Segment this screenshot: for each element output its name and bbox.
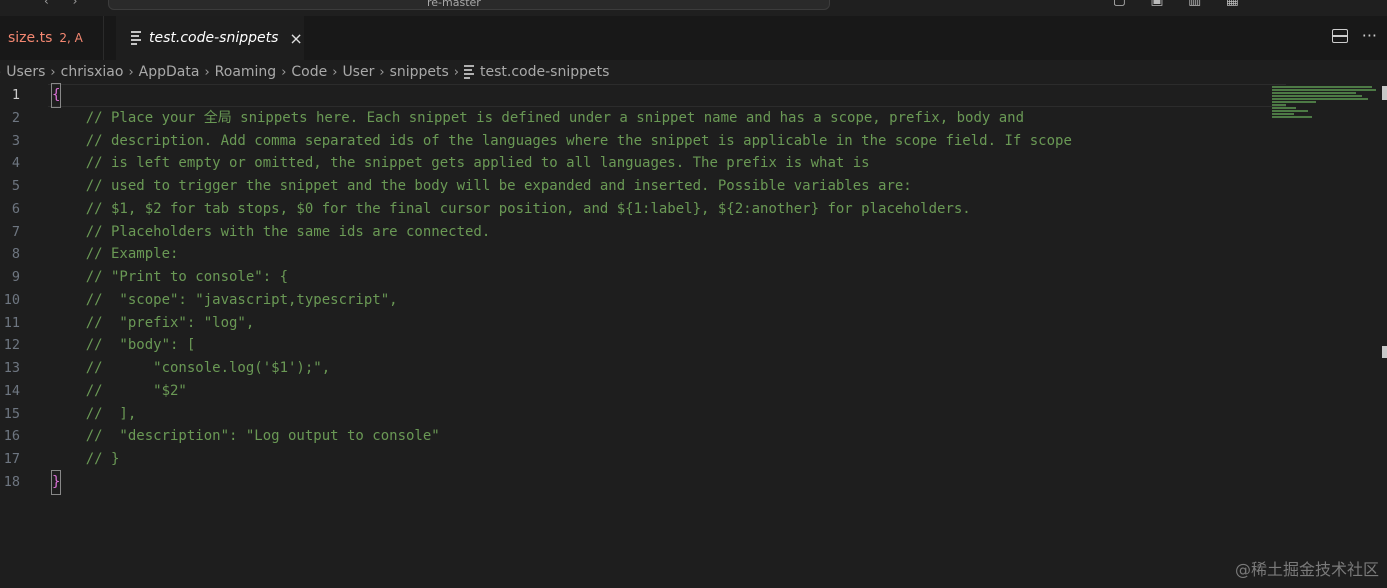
minimap[interactable]	[1268, 84, 1380, 124]
bracket: }	[50, 469, 62, 495]
line-number: 3	[11, 132, 20, 149]
comment-text: // used to trigger the snippet and the b…	[52, 178, 912, 194]
line-number: 11	[3, 314, 20, 331]
breadcrumb-item-chrisxiao[interactable]: chrisxiao	[61, 64, 124, 80]
line-number: 10	[3, 291, 20, 308]
code-line[interactable]: 2 // Place your 全局 snippets here. Each s…	[0, 107, 1266, 130]
line-number: 16	[3, 428, 20, 445]
split-editor-icon[interactable]	[1331, 29, 1348, 43]
line-number: 13	[3, 360, 20, 376]
breadcrumb-item-users[interactable]: Users	[6, 64, 45, 80]
code-line[interactable]: 1{	[0, 83, 1266, 108]
comment-text: // "description": "Log output to console…	[52, 428, 440, 445]
comment-text: // description. Add comma separated ids …	[52, 132, 1072, 149]
scrollbar-cursor-marker	[1382, 346, 1387, 358]
nav-back-forward-icons[interactable]: ‹ ›	[44, 0, 87, 8]
comment-text: // "$2"	[52, 382, 187, 399]
code-line[interactable]: 18}	[0, 469, 1266, 495]
chevron-right-icon: ›	[332, 64, 338, 80]
comment-text: // "console.log('$1');",	[52, 360, 331, 376]
scrollbar-thumb[interactable]	[1382, 86, 1387, 100]
comment-text: // "prefix": "log",	[52, 314, 255, 331]
line-number: 18	[3, 473, 20, 490]
close-icon[interactable]: ×	[289, 29, 302, 48]
comment-text: // Placeholders with the same ids are co…	[52, 223, 491, 240]
tab-test-code-snippets[interactable]: test.code-snippets ×	[116, 16, 304, 60]
comment-text: // ],	[52, 405, 137, 422]
line-number: 9	[11, 269, 20, 285]
line-number: 6	[11, 200, 20, 217]
breadcrumb-item-user[interactable]: User	[342, 64, 374, 80]
code-line[interactable]: 10 // "scope": "javascript,typescript",	[0, 289, 1266, 312]
command-center-label: re-master	[427, 0, 481, 9]
tab-label: test.code-snippets	[149, 30, 279, 46]
breadcrumb-item-file[interactable]: test.code-snippets	[480, 64, 609, 80]
chevron-right-icon: ›	[50, 64, 56, 80]
code-line[interactable]: 7 // Placeholders with the same ids are …	[0, 221, 1266, 244]
layout-toggle-icons[interactable]: ▢ ▣ ▥ ▦	[1113, 0, 1249, 8]
code-line[interactable]: 6 // $1, $2 for tab stops, $0 for the fi…	[0, 198, 1266, 221]
chevron-right-icon: ›	[453, 64, 459, 80]
breadcrumb-item-appdata[interactable]: AppData	[139, 64, 200, 80]
chevron-right-icon: ›	[0, 65, 1, 80]
code-line[interactable]: 12 // "body": [	[0, 334, 1266, 357]
comment-text: // is left empty or omitted, the snippet…	[52, 155, 870, 172]
breadcrumb-item-code[interactable]: Code	[291, 64, 327, 80]
title-bar: ‹ › re-master ▢ ▣ ▥ ▦	[0, 0, 1387, 16]
file-lines-icon	[131, 29, 141, 48]
chevron-right-icon: ›	[379, 64, 385, 80]
vertical-scrollbar[interactable]	[1381, 84, 1387, 588]
problems-badge: 2, A	[59, 31, 83, 45]
comment-text: // Example:	[52, 246, 179, 263]
tab-size-ts[interactable]: size.ts 2, A	[0, 16, 104, 60]
editor-actions: ···	[1331, 26, 1377, 45]
tab-bar: size.ts 2, A test.code-snippets × ···	[0, 16, 1387, 60]
code-line[interactable]: 15 // ],	[0, 403, 1266, 426]
line-number: 7	[11, 223, 20, 240]
bracket: {	[50, 83, 62, 108]
line-number: 15	[3, 405, 20, 422]
comment-text: // Place your 全局 snippets here. Each sni…	[52, 109, 1025, 126]
tab-label: size.ts	[8, 30, 53, 46]
chevron-right-icon: ›	[128, 64, 134, 80]
code-line[interactable]: 9 // "Print to console": {	[0, 266, 1266, 289]
code-line[interactable]: 5 // used to trigger the snippet and the…	[0, 175, 1266, 198]
breadcrumb-item-snippets[interactable]: snippets	[390, 64, 449, 80]
breadcrumb-item-roaming[interactable]: Roaming	[215, 64, 277, 80]
code-editor[interactable]: 1{2 // Place your 全局 snippets here. Each…	[0, 83, 1387, 588]
line-number: 1	[11, 87, 20, 103]
line-number: 2	[11, 109, 20, 126]
chevron-right-icon: ›	[204, 64, 210, 80]
breadcrumb: › Users › chrisxiao › AppData › Roaming …	[0, 60, 1387, 84]
line-number: 17	[3, 451, 20, 467]
line-number: 5	[11, 178, 20, 194]
chevron-right-icon: ›	[281, 64, 287, 80]
code-line[interactable]: 16 // "description": "Log output to cons…	[0, 425, 1266, 448]
comment-text: // $1, $2 for tab stops, $0 for the fina…	[52, 200, 971, 217]
file-lines-icon	[464, 63, 474, 82]
code-line[interactable]: 3 // description. Add comma separated id…	[0, 130, 1266, 153]
line-number: 14	[3, 382, 20, 399]
comment-text: // }	[52, 451, 120, 467]
comment-text: // "body": [	[52, 337, 196, 354]
line-number: 8	[11, 246, 20, 263]
command-center[interactable]: re-master	[108, 0, 830, 10]
line-number: 4	[11, 155, 20, 172]
more-actions-icon[interactable]: ···	[1362, 26, 1377, 45]
comment-text: // "Print to console": {	[52, 269, 289, 285]
code-line[interactable]: 4 // is left empty or omitted, the snipp…	[0, 152, 1266, 175]
code-line[interactable]: 8 // Example:	[0, 243, 1266, 266]
code-line[interactable]: 13 // "console.log('$1');",	[0, 357, 1266, 380]
comment-text: // "scope": "javascript,typescript",	[52, 291, 398, 308]
code-line[interactable]: 14 // "$2"	[0, 380, 1266, 403]
code-line[interactable]: 11 // "prefix": "log",	[0, 312, 1266, 335]
watermark: @稀土掘金技术社区	[1234, 560, 1379, 579]
code-line[interactable]: 17 // }	[0, 448, 1266, 471]
line-number: 12	[3, 337, 20, 354]
